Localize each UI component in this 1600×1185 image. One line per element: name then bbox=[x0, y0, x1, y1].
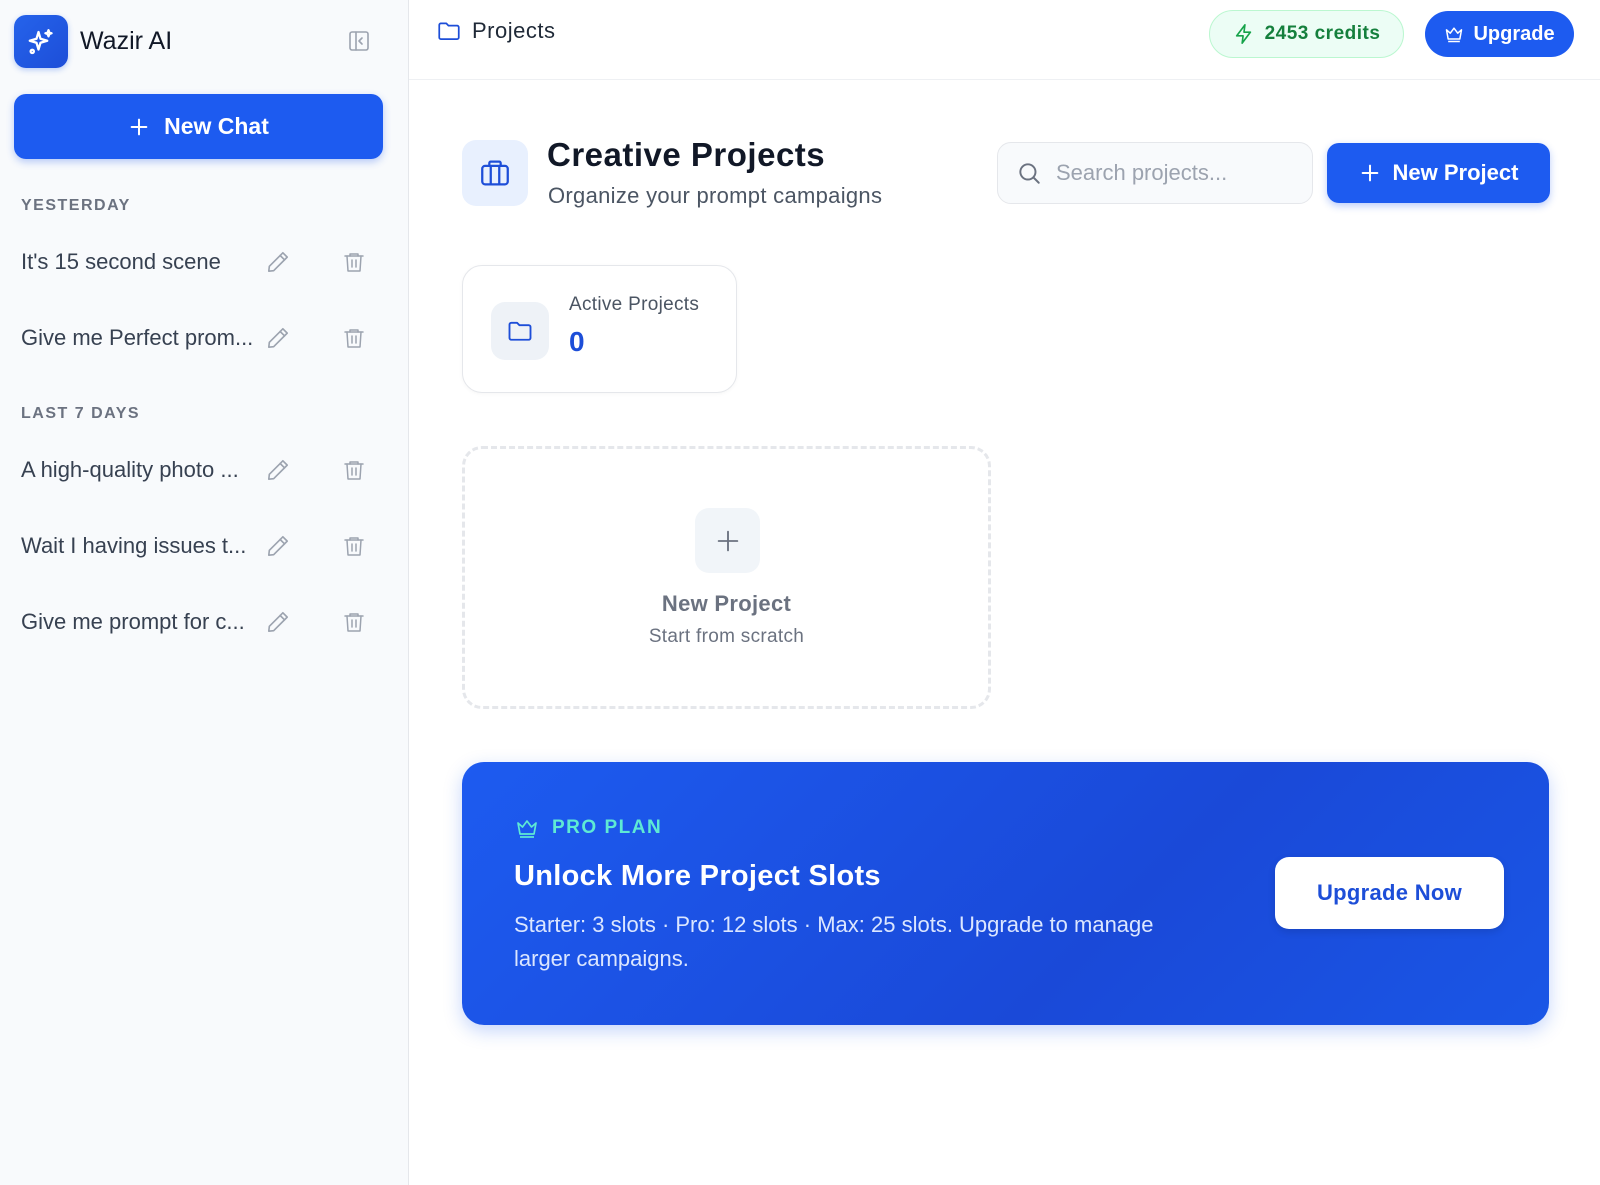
new-card-subtitle: Start from scratch bbox=[648, 626, 805, 647]
topbar: Projects 2453 credits Upgrade bbox=[409, 0, 1600, 80]
chat-title: Give me prompt for c... bbox=[21, 609, 245, 634]
pro-plan-banner: PRO PLAN Unlock More Project Slots Start… bbox=[462, 762, 1549, 1025]
breadcrumb-label: Projects bbox=[472, 18, 556, 43]
active-projects-card: Active Projects 0 bbox=[462, 265, 737, 393]
new-chat-button[interactable]: New Chat bbox=[14, 94, 383, 159]
new-project-card[interactable]: New Project Start from scratch bbox=[462, 446, 991, 709]
new-project-button[interactable]: New Project bbox=[1327, 143, 1550, 203]
chat-title: A high-quality photo ... bbox=[21, 457, 239, 482]
promo-title: Unlock More Project Slots bbox=[514, 860, 881, 892]
plus-icon bbox=[695, 508, 760, 573]
search-box[interactable] bbox=[997, 142, 1313, 204]
brand-name: Wazir AI bbox=[80, 27, 173, 55]
pencil-icon[interactable] bbox=[262, 530, 294, 562]
trash-icon[interactable] bbox=[338, 530, 370, 562]
main-content: Projects 2453 credits Upgrade Creative P… bbox=[409, 0, 1600, 1185]
trash-icon[interactable] bbox=[338, 322, 370, 354]
promo-description: Starter: 3 slots · Pro: 12 slots · Max: … bbox=[514, 912, 1154, 971]
promo-tag: PRO PLAN bbox=[514, 816, 662, 840]
credits-label: 2453 credits bbox=[1264, 23, 1381, 44]
upgrade-label: Upgrade bbox=[1473, 22, 1555, 45]
trash-icon[interactable] bbox=[338, 246, 370, 278]
section-label-last-7-days: LAST 7 DAYS bbox=[21, 405, 141, 422]
sidebar-collapse-icon[interactable] bbox=[345, 27, 373, 55]
app-root: Wazir AI New Chat YESTERDAY It's 15 seco… bbox=[0, 0, 1600, 1185]
trash-icon[interactable] bbox=[338, 606, 370, 638]
plus-icon bbox=[130, 118, 148, 135]
chat-title: It's 15 second scene bbox=[21, 249, 221, 274]
page-subtitle: Organize your prompt campaigns bbox=[548, 183, 883, 208]
upgrade-button[interactable]: Upgrade bbox=[1425, 11, 1574, 57]
chat-item[interactable]: Give me prompt for c... bbox=[0, 592, 409, 652]
chat-item[interactable]: It's 15 second scene bbox=[0, 232, 409, 292]
trash-icon[interactable] bbox=[338, 454, 370, 486]
crown-icon bbox=[517, 820, 537, 838]
upgrade-now-button[interactable]: Upgrade Now bbox=[1275, 857, 1504, 929]
sparkles-icon bbox=[14, 15, 68, 68]
pencil-icon[interactable] bbox=[262, 606, 294, 638]
search-input[interactable] bbox=[1056, 160, 1296, 186]
credits-badge[interactable]: 2453 credits bbox=[1209, 10, 1404, 58]
pencil-icon[interactable] bbox=[262, 246, 294, 278]
chat-item[interactable]: Wait I having issues t... bbox=[0, 516, 409, 576]
brand[interactable]: Wazir AI bbox=[14, 15, 172, 68]
page-title: Creative Projects bbox=[547, 136, 826, 173]
new-card-title: New Project bbox=[661, 591, 792, 616]
plus-icon bbox=[1361, 164, 1378, 182]
new-project-label: New Project bbox=[1392, 160, 1519, 185]
chat-title: Wait I having issues t... bbox=[21, 533, 247, 558]
pencil-icon[interactable] bbox=[262, 322, 294, 354]
stat-value: 0 bbox=[569, 326, 585, 357]
folder-icon bbox=[438, 22, 460, 40]
chat-title: Give me Perfect prom... bbox=[21, 325, 253, 350]
promo-tag-label: PRO PLAN bbox=[552, 817, 663, 838]
chat-item[interactable]: A high-quality photo ... bbox=[0, 440, 409, 500]
new-chat-label: New Chat bbox=[164, 113, 269, 139]
breadcrumb[interactable]: Projects bbox=[436, 18, 555, 44]
stat-label: Active Projects bbox=[569, 294, 700, 315]
crown-icon bbox=[1446, 27, 1463, 43]
folder-icon bbox=[491, 302, 549, 360]
sidebar: Wazir AI New Chat YESTERDAY It's 15 seco… bbox=[0, 0, 409, 1185]
chat-item[interactable]: Give me Perfect prom... bbox=[0, 308, 409, 368]
search-icon bbox=[1019, 163, 1040, 184]
pencil-icon[interactable] bbox=[262, 454, 294, 486]
section-label-yesterday: YESTERDAY bbox=[21, 197, 131, 214]
lightning-icon bbox=[1235, 24, 1251, 44]
briefcase-icon bbox=[462, 140, 528, 206]
